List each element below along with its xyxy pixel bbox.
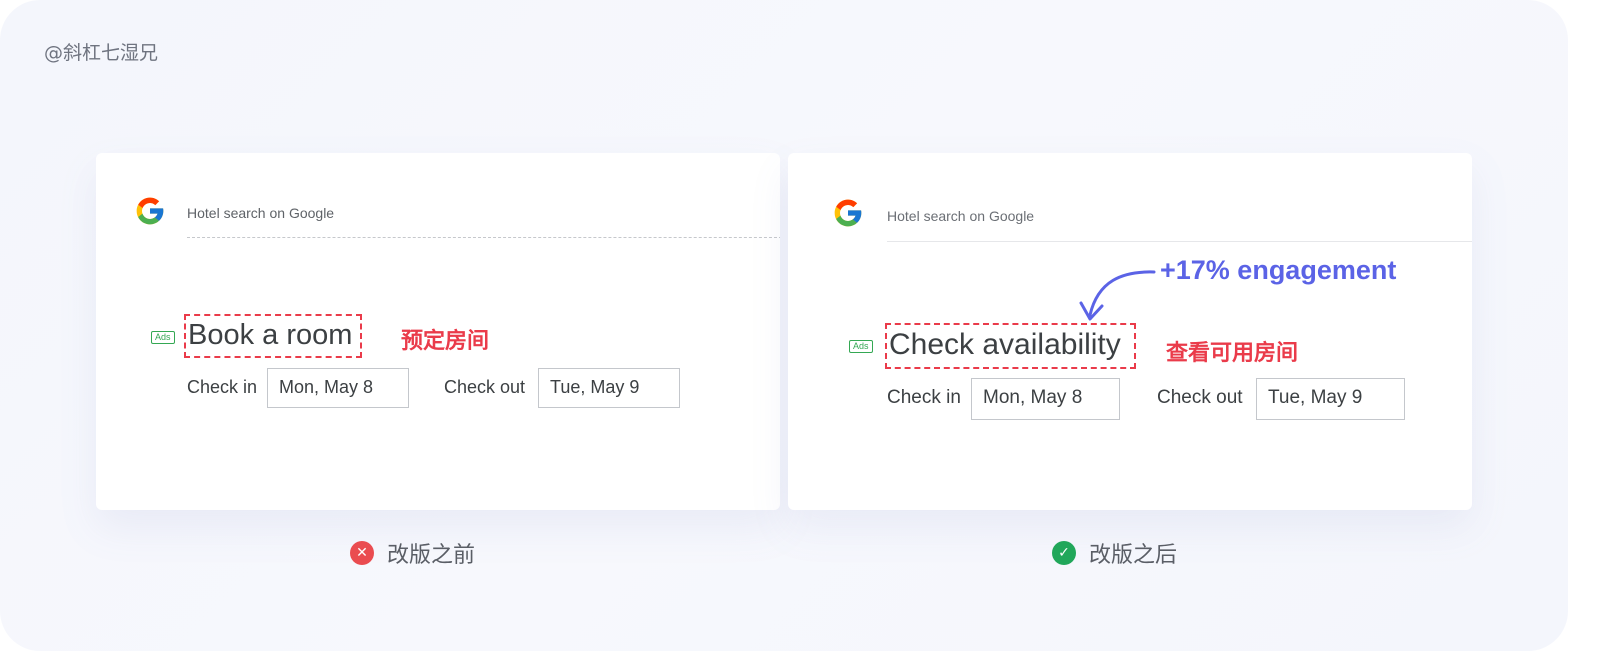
headline-translation-note: 预定房间 — [401, 329, 490, 354]
search-context-label: Hotel search on Google — [187, 205, 335, 221]
before-card: Hotel search on Google Ads Book a room 预… — [96, 153, 780, 510]
check-in-date-field[interactable]: Mon, May 8 — [267, 368, 409, 408]
close-circle-icon: ✕ — [350, 541, 374, 565]
check-in-date-field[interactable]: Mon, May 8 — [971, 378, 1120, 420]
google-logo-icon — [834, 199, 862, 227]
check-circle-icon: ✓ — [1052, 541, 1076, 565]
ads-badge: Ads — [151, 331, 175, 344]
ads-badge: Ads — [849, 340, 873, 353]
google-logo-icon — [136, 197, 164, 225]
check-out-label: Check out — [444, 377, 526, 397]
header-divider — [887, 241, 1472, 242]
check-out-label: Check out — [1157, 387, 1243, 408]
after-card: Hotel search on Google +17% engagement A… — [788, 153, 1472, 510]
check-out-date-field[interactable]: Tue, May 9 — [538, 368, 680, 408]
before-caption: ✕ 改版之前 — [350, 538, 475, 568]
check-out-date-field[interactable]: Tue, May 9 — [1256, 378, 1405, 420]
ad-headline[interactable]: Book a room — [184, 314, 362, 358]
headline-translation-note: 查看可用房间 — [1166, 341, 1299, 366]
header-divider — [187, 237, 780, 238]
after-caption-text: 改版之后 — [1089, 543, 1178, 568]
engagement-stat: +17% engagement — [1160, 255, 1397, 285]
check-in-label: Check in — [887, 387, 961, 408]
ad-headline[interactable]: Check availability — [885, 323, 1136, 369]
before-caption-text: 改版之前 — [387, 543, 476, 568]
comparison-canvas: @斜杠七湿兄 Hotel search on Google Ads Book a… — [0, 0, 1568, 651]
check-in-label: Check in — [187, 377, 258, 397]
search-context-label: Hotel search on Google — [887, 208, 1035, 224]
after-caption: ✓ 改版之后 — [1052, 538, 1177, 568]
watermark: @斜杠七湿兄 — [44, 42, 159, 64]
curved-arrow-icon — [1079, 270, 1156, 321]
